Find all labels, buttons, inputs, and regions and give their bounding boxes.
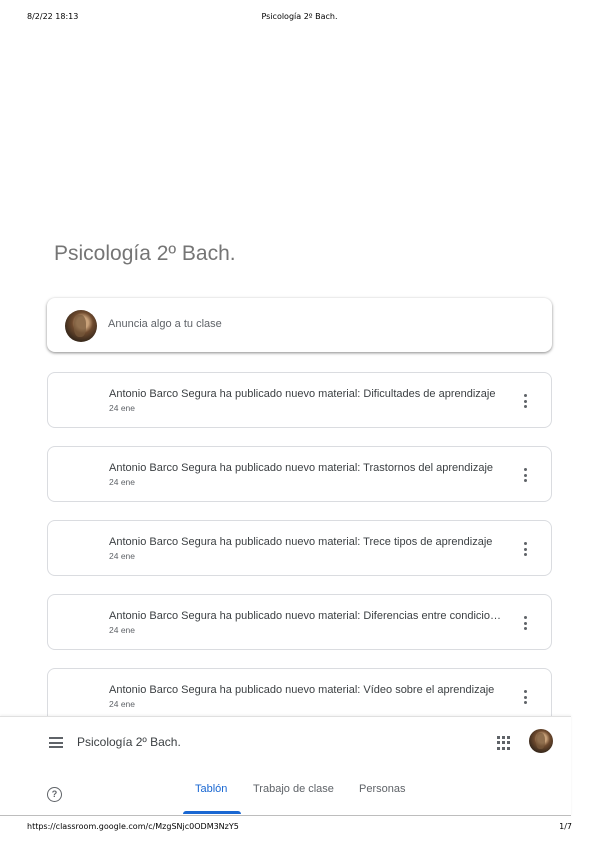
print-page-title: Psicología 2º Bach. (261, 12, 338, 21)
print-url: https://classroom.google.com/c/MzgSNjc0O… (27, 822, 239, 831)
more-vert-icon[interactable] (517, 393, 533, 409)
more-vert-icon[interactable] (517, 467, 533, 483)
hamburger-menu-icon[interactable] (49, 737, 63, 748)
tab-classwork[interactable]: Trabajo de clase (253, 783, 334, 795)
stream-post[interactable]: Antonio Barco Segura ha publicado nuevo … (47, 594, 552, 650)
post-title[interactable]: Antonio Barco Segura ha publicado nuevo … (109, 462, 507, 474)
print-footer: https://classroom.google.com/c/MzgSNjc0O… (0, 822, 599, 834)
announce-placeholder[interactable]: Anuncia algo a tu clase (108, 318, 222, 330)
stream-post[interactable]: Antonio Barco Segura ha publicado nuevo … (47, 520, 552, 576)
post-date: 24 ene (109, 403, 135, 413)
divider (0, 815, 571, 816)
class-title: Psicología 2º Bach. (54, 242, 236, 265)
nav-class-title[interactable]: Psicología 2º Bach. (77, 735, 181, 749)
print-page-number: 1/7 (559, 822, 572, 831)
post-date: 24 ene (109, 625, 135, 635)
post-title[interactable]: Antonio Barco Segura ha publicado nuevo … (109, 536, 507, 548)
help-icon[interactable]: ? (47, 787, 62, 802)
account-avatar[interactable] (529, 729, 553, 753)
apps-grid-icon[interactable] (497, 736, 511, 750)
post-title[interactable]: Antonio Barco Segura ha publicado nuevo … (109, 610, 507, 622)
post-title[interactable]: Antonio Barco Segura ha publicado nuevo … (109, 388, 507, 400)
tab-people[interactable]: Personas (359, 783, 405, 795)
post-date: 24 ene (109, 699, 135, 709)
more-vert-icon[interactable] (517, 541, 533, 557)
tab-stream[interactable]: Tablón (195, 783, 227, 795)
classroom-navbar: Psicología 2º Bach. ? Tablón Trabajo de … (0, 716, 571, 817)
post-date: 24 ene (109, 551, 135, 561)
more-vert-icon[interactable] (517, 615, 533, 631)
post-title[interactable]: Antonio Barco Segura ha publicado nuevo … (109, 684, 507, 696)
post-date: 24 ene (109, 477, 135, 487)
stream-post[interactable]: Antonio Barco Segura ha publicado nuevo … (47, 372, 552, 428)
active-tab-indicator (183, 811, 241, 814)
stream-post[interactable]: Antonio Barco Segura ha publicado nuevo … (47, 446, 552, 502)
more-vert-icon[interactable] (517, 689, 533, 705)
user-avatar (65, 310, 97, 342)
announce-box[interactable]: Anuncia algo a tu clase (47, 298, 552, 352)
print-header: 8/2/22 18:13 Psicología 2º Bach. (0, 12, 599, 24)
